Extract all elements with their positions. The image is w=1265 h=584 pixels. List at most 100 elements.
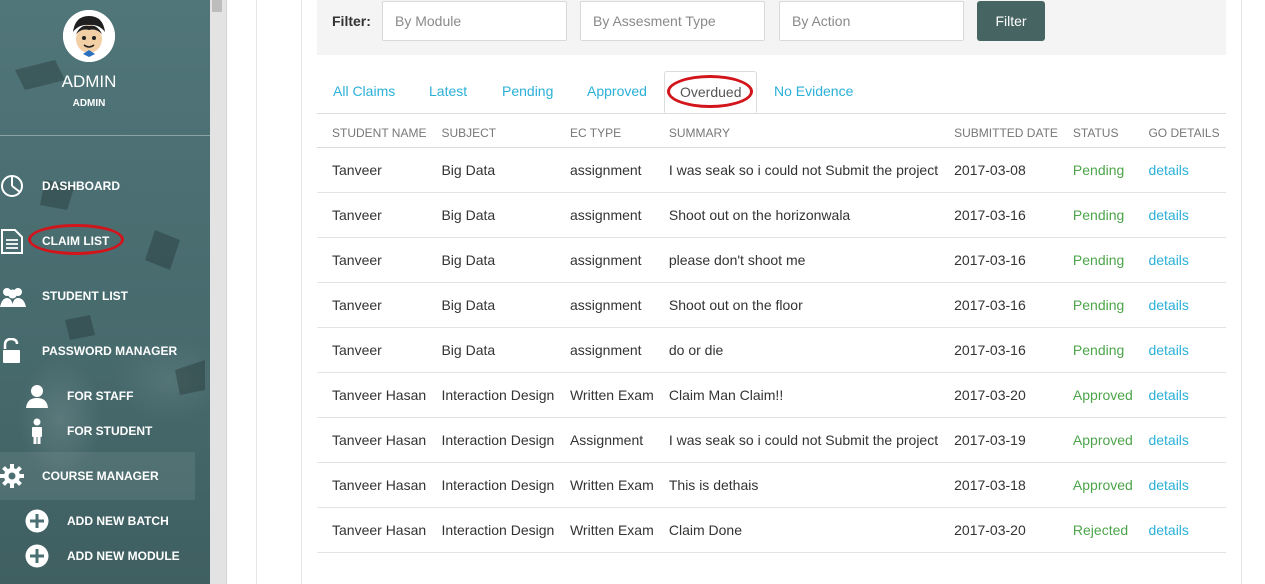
person-icon (32, 418, 42, 444)
plus-circle-icon (25, 544, 49, 568)
details-link[interactable]: details (1133, 507, 1226, 553)
details-link[interactable]: details (1133, 462, 1226, 508)
table-row: Tanveer Hasan Interaction Design Written E… (317, 372, 1226, 418)
tab-pending[interactable]: Pending (502, 71, 553, 113)
cell-submitted-date: 2017-03-19 (939, 417, 1058, 463)
claim-list-annotation-circle (28, 224, 124, 255)
gear-icon (0, 464, 24, 488)
column-header-subject[interactable]: SUBJECT (426, 118, 555, 148)
tab-all-claims[interactable]: All Claims (333, 71, 395, 113)
cell-summary: I was seak so i could not Submit the pro… (653, 417, 940, 463)
cell-submitted-date: 2017-03-16 (939, 192, 1058, 238)
cell-summary: do or die (653, 327, 940, 373)
assessment-type-filter-input[interactable] (580, 1, 765, 41)
cell-summary: Shoot out on the horizonwala (653, 192, 940, 238)
table-row: Tanveer Big Data assignment do or die 2017-0… (317, 327, 1226, 373)
cell-student-name: Tanveer Hasan (317, 417, 427, 463)
cell-ec-type: assignment (554, 147, 654, 193)
table-row: Tanveer Hasan Interaction Design Written E… (317, 462, 1226, 508)
details-link[interactable]: details (1133, 237, 1226, 283)
details-link[interactable]: details (1133, 417, 1226, 463)
cell-subject: Interaction Design (426, 372, 555, 418)
details-link[interactable]: details (1133, 192, 1226, 238)
details-link[interactable]: details (1133, 282, 1226, 328)
main-border-right (1241, 0, 1242, 584)
cell-ec-type: Assignment (554, 417, 654, 463)
sidebar-item-label: PASSWORD MANAGER (42, 344, 178, 358)
cell-ec-type: assignment (554, 282, 654, 328)
status-badge: Rejected (1057, 507, 1134, 553)
cell-summary: please don't shoot me (653, 237, 940, 283)
cell-subject: Interaction Design (426, 417, 555, 463)
column-header-status[interactable]: STATUS (1057, 118, 1134, 148)
tab-approved[interactable]: Approved (587, 71, 647, 113)
details-link[interactable]: details (1133, 372, 1226, 418)
cell-summary: I was seak so i could not Submit the pro… (653, 147, 940, 193)
admin-name: ADMIN (61, 72, 117, 91)
sidebar-item-label: STUDENT LIST (42, 289, 128, 303)
module-filter-input[interactable] (382, 1, 567, 41)
cell-student-name: Tanveer Hasan (317, 372, 427, 418)
cell-submitted-date: 2017-03-20 (939, 372, 1058, 418)
claim-tabs: All Claims Latest Pending Approved Overd… (317, 71, 1226, 114)
main-border-left (256, 0, 257, 584)
cell-student-name: Tanveer Hasan (317, 462, 427, 508)
admin-role: ADMIN (72, 98, 106, 109)
table-row: Tanveer Big Data assignment Shoot out on th… (317, 282, 1226, 328)
tab-latest[interactable]: Latest (429, 71, 467, 113)
details-link[interactable]: details (1133, 147, 1226, 193)
cell-ec-type: assignment (554, 327, 654, 373)
cell-student-name: Tanveer (317, 327, 427, 373)
main-border-inner (301, 0, 302, 584)
plus-circle-icon (25, 509, 49, 533)
users-icon (0, 288, 26, 307)
claims-table: STUDENT NAME SUBJECT EC TYPE SUMMARY SUB… (317, 118, 1226, 553)
avatar[interactable] (63, 10, 115, 62)
cell-submitted-date: 2017-03-16 (939, 237, 1058, 283)
status-badge: Pending (1057, 147, 1134, 193)
status-badge: Pending (1057, 192, 1134, 238)
table-row: Tanveer Big Data assignment Shoot out on th… (317, 192, 1226, 238)
cell-subject: Big Data (426, 282, 555, 328)
status-badge: Pending (1057, 237, 1134, 283)
cell-student-name: Tanveer (317, 147, 427, 193)
pie-chart-icon (1, 175, 23, 197)
cell-submitted-date: 2017-03-20 (939, 507, 1058, 553)
cell-summary: This is dethais (653, 462, 940, 508)
cell-ec-type: Written Exam (554, 507, 654, 553)
cell-subject: Big Data (426, 327, 555, 373)
status-badge: Approved (1057, 372, 1134, 418)
cell-subject: Big Data (426, 147, 555, 193)
sidebar-scrollbar[interactable] (210, 0, 227, 584)
column-header-submitted-date[interactable]: SUBMITTED DATE (939, 118, 1058, 148)
cell-student-name: Tanveer (317, 237, 427, 283)
cell-submitted-date: 2017-03-16 (939, 327, 1058, 373)
sidebar-item-label: ADD NEW BATCH (67, 514, 169, 528)
user-icon (26, 385, 48, 408)
column-header-summary[interactable]: SUMMARY (653, 118, 940, 148)
column-header-student-name[interactable]: STUDENT NAME (317, 118, 427, 148)
cell-ec-type: Written Exam (554, 372, 654, 418)
cell-student-name: Tanveer Hasan (317, 507, 427, 553)
column-header-go-details[interactable]: GO DETAILS (1133, 118, 1226, 148)
table-row: Tanveer Hasan Interaction Design Written E… (317, 507, 1226, 553)
sidebar-item-label: ADD NEW MODULE (67, 549, 180, 563)
cell-ec-type: assignment (554, 237, 654, 283)
status-badge: Pending (1057, 282, 1134, 328)
action-filter-input[interactable] (779, 1, 964, 41)
column-header-ec-type[interactable]: EC TYPE (554, 118, 654, 148)
cell-student-name: Tanveer (317, 282, 427, 328)
filter-button[interactable]: Filter (977, 1, 1045, 41)
cell-submitted-date: 2017-03-08 (939, 147, 1058, 193)
cell-ec-type: Written Exam (554, 462, 654, 508)
cell-submitted-date: 2017-03-16 (939, 282, 1058, 328)
tab-no-evidence[interactable]: No Evidence (774, 71, 853, 113)
details-link[interactable]: details (1133, 327, 1226, 373)
unlock-icon (3, 338, 20, 363)
table-row: Tanveer Hasan Interaction Design Assignmen… (317, 417, 1226, 463)
tab-overdued[interactable]: Overdued (664, 71, 758, 113)
table-body: Tanveer Big Data assignment I was seak so i… (317, 147, 1226, 553)
cell-subject: Big Data (426, 192, 555, 238)
status-badge: Approved (1057, 417, 1134, 463)
scrollbar-thumb[interactable] (212, 0, 222, 12)
